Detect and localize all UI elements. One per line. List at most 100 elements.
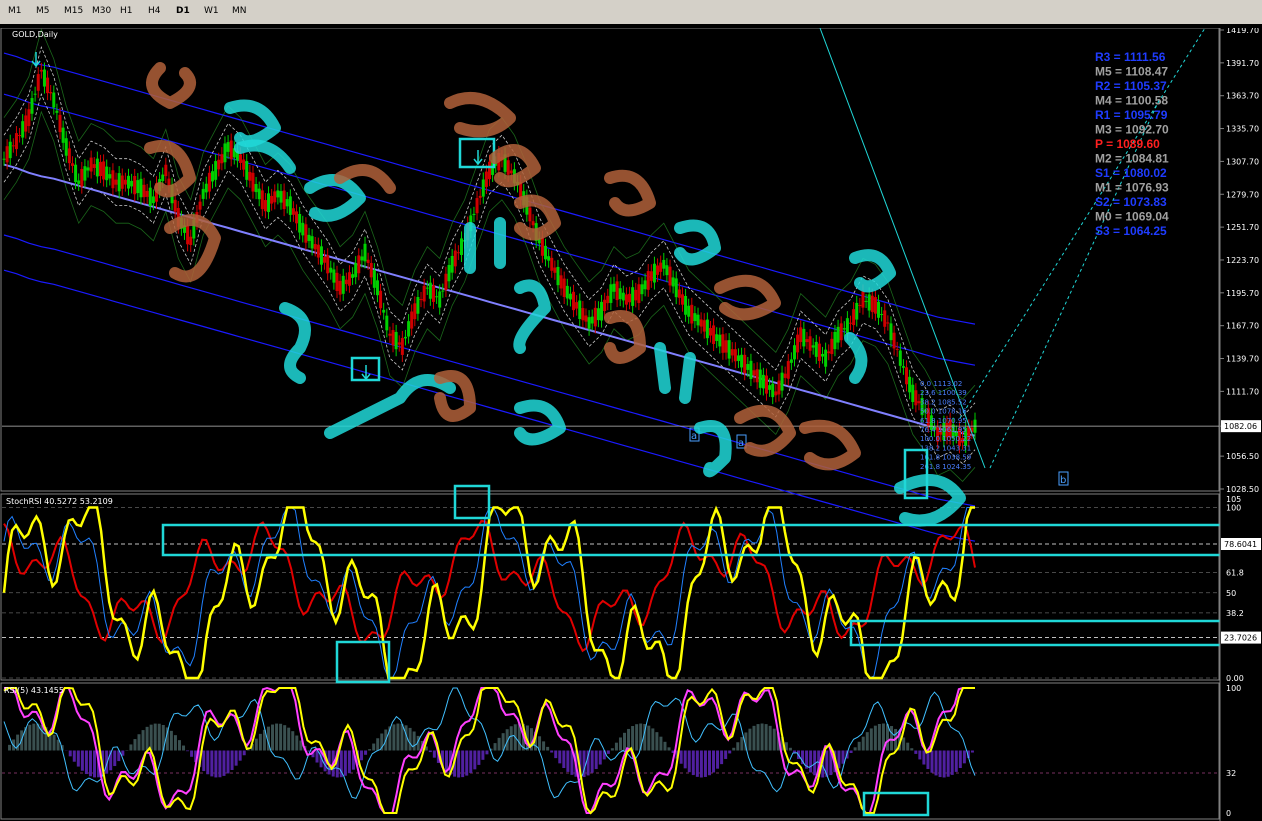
pivot-level-label: M3 = 1092.70: [1095, 123, 1169, 137]
candle-body: [880, 313, 884, 315]
candle-body: [721, 334, 725, 353]
rsi-histogram-bar: [372, 743, 376, 751]
timeframe-m5[interactable]: M5: [36, 6, 50, 16]
rsi-axis-label: 32: [1226, 769, 1236, 778]
rsi-histogram-bar: [970, 750, 974, 753]
candle-body: [220, 154, 224, 164]
candle-body: [556, 266, 560, 286]
candle-body: [425, 287, 429, 289]
candle-body: [562, 278, 566, 297]
candle-body: [780, 372, 784, 391]
rsi-histogram-bar: [550, 750, 554, 753]
main-pane-title: GOLD,Daily: [12, 30, 58, 39]
chart-area[interactable]: 0.0 1113.0223.6 1100.3938.2 1085.52 50.0 …: [0, 28, 1262, 821]
price-tick-label: 1111.70: [1226, 387, 1259, 396]
candle-body: [867, 294, 871, 311]
rsi-histogram-bar: [958, 750, 962, 769]
rsi-histogram-bar: [177, 740, 181, 751]
stoch-pane[interactable]: [0, 493, 1220, 681]
candle-body: [649, 271, 653, 281]
rsi-histogram-bar: [930, 750, 934, 773]
rsi-histogram-bar: [347, 750, 351, 774]
candle-body: [830, 338, 834, 355]
rsi-histogram-bar: [760, 723, 764, 751]
candle-body: [357, 255, 361, 274]
candle-body: [606, 295, 610, 304]
candle-body: [802, 328, 806, 347]
rsi-histogram-bar: [145, 726, 149, 751]
candle-body: [428, 282, 432, 299]
rsi-histogram-bar: [724, 750, 728, 759]
price-tick-label: 1335.70: [1226, 125, 1259, 134]
candle-body: [70, 163, 74, 166]
rsi-histogram-bar: [444, 750, 448, 772]
rsi-histogram-bar: [36, 723, 40, 751]
candle-body: [123, 179, 127, 185]
candle-body: [708, 328, 712, 336]
candle-body: [895, 348, 899, 350]
candle-body: [758, 369, 762, 388]
timeframe-h1[interactable]: H1: [120, 6, 133, 16]
rsi-histogram-bar: [238, 750, 242, 761]
rsi-histogram-bar: [153, 723, 157, 751]
rsi-histogram-bar: [432, 750, 436, 758]
candle-body: [33, 93, 37, 95]
rsi-histogram-bar: [809, 750, 813, 773]
rsi-pane[interactable]: [0, 682, 1220, 820]
rsi-histogram-bar: [283, 725, 287, 751]
candle-body: [332, 269, 336, 283]
candle-body: [774, 391, 778, 396]
candle-body: [95, 158, 99, 177]
timeframe-m1[interactable]: M1: [8, 6, 22, 16]
candle-body: [282, 190, 286, 210]
candle-body: [291, 208, 295, 215]
rsi-histogram-bar: [291, 731, 295, 751]
timeframe-h4[interactable]: H4: [148, 6, 161, 16]
candle-body: [360, 256, 364, 261]
candle-body: [319, 246, 323, 265]
pivot-level-label: S1 = 1080.02: [1095, 166, 1167, 180]
candle-body: [214, 161, 218, 180]
candle-body: [239, 154, 243, 163]
candle-body: [684, 296, 688, 315]
rsi-histogram-bar: [392, 724, 396, 751]
candle-body: [316, 244, 320, 258]
price-tick-label: 1056.50: [1226, 452, 1259, 461]
rsi-histogram-bar: [218, 750, 222, 778]
rsi-histogram-bar: [659, 736, 663, 751]
rsi-histogram-bar: [740, 737, 744, 751]
rsi-histogram-bar: [623, 732, 627, 751]
candle-body: [478, 195, 482, 198]
candle-body: [724, 340, 728, 353]
price-tick-label: 1307.70: [1226, 157, 1259, 166]
timeframe-m30[interactable]: M30: [92, 6, 111, 16]
candle-body: [559, 275, 563, 289]
price-tick-label: 1279.70: [1226, 190, 1259, 199]
candle-body: [528, 207, 532, 222]
candle-body: [883, 310, 887, 327]
timeframe-w1[interactable]: W1: [204, 6, 219, 16]
candle-body: [105, 166, 109, 181]
rsi-histogram-bar: [84, 750, 88, 775]
candle-body: [693, 313, 697, 322]
candle-body: [307, 234, 311, 241]
rsi-histogram-bar: [849, 750, 853, 753]
candle-body: [550, 257, 554, 271]
rsi-histogram-bar: [210, 750, 214, 777]
candle-body: [565, 285, 569, 299]
timeframe-d1[interactable]: D1: [176, 6, 190, 16]
rsi-histogram-bar: [230, 750, 234, 770]
timeframe-mn[interactable]: MN: [232, 6, 247, 16]
rsi-histogram-bar: [869, 728, 873, 751]
candle-body: [892, 332, 896, 349]
timeframe-m15[interactable]: M15: [64, 6, 83, 16]
rsi-histogram-bar: [618, 737, 622, 751]
candle-body: [768, 385, 772, 390]
price-tick-label: 1167.70: [1226, 322, 1259, 331]
candle-body: [783, 373, 787, 378]
candle-body: [263, 200, 267, 212]
candle-body: [338, 280, 342, 295]
candle-body: [447, 264, 451, 282]
price-tick-label: 1251.70: [1226, 223, 1259, 232]
rsi-histogram-bar: [756, 724, 760, 751]
